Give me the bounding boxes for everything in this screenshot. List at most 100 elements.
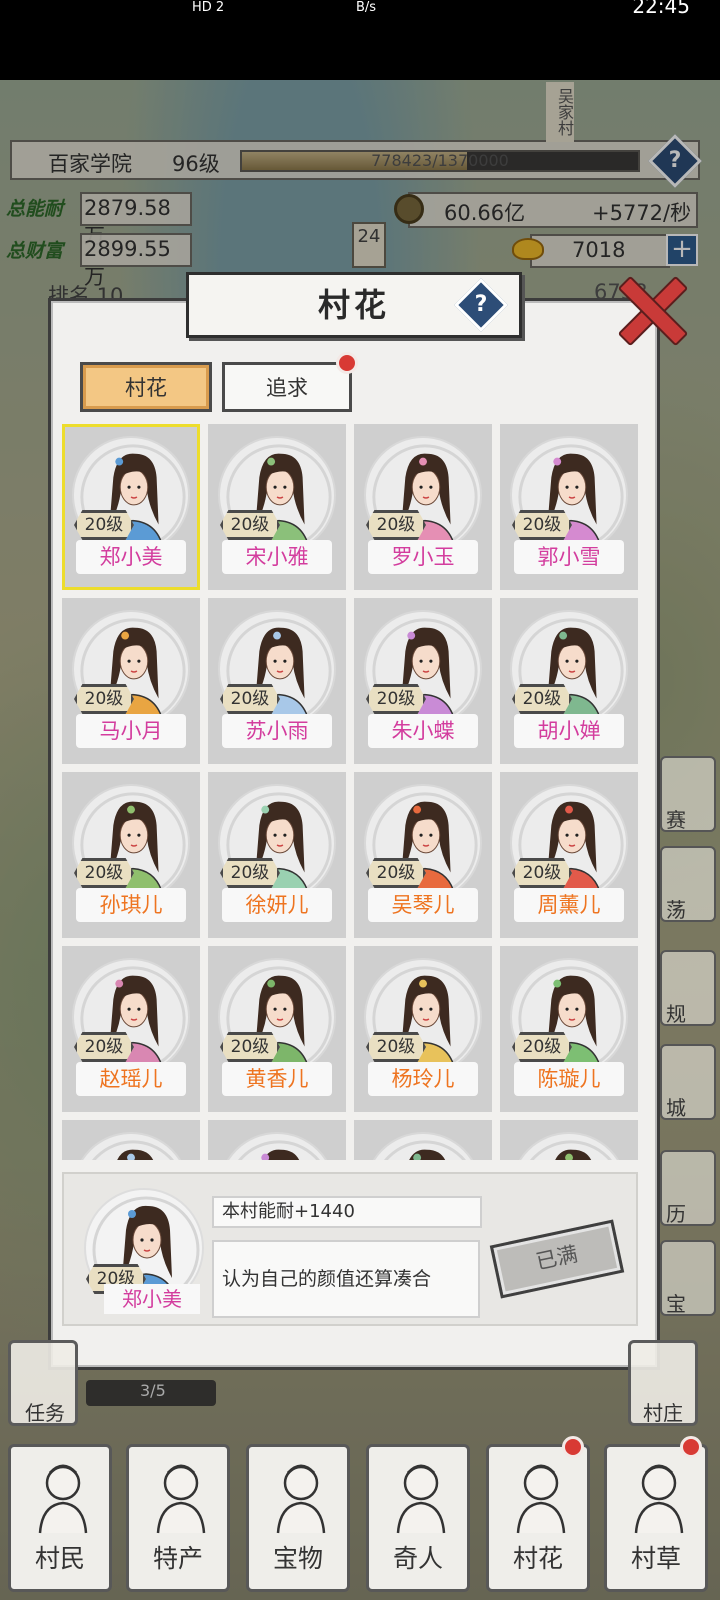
character-card-partial[interactable] [62,1120,200,1160]
character-card[interactable]: 20级 胡小婵 [500,598,638,764]
character-name: 郑小美 [76,540,186,574]
nav-villager-button[interactable]: 村民 [8,1444,112,1592]
character-card[interactable]: 20级 朱小蝶 [354,598,492,764]
character-portrait [510,1132,628,1160]
character-level-badge: 20级 [366,858,426,888]
nav-treasure-button[interactable]: 宝物 [246,1444,350,1592]
character-name: 胡小婵 [514,714,624,748]
character-level-badge: 20级 [220,1032,280,1062]
character-card[interactable]: 20级 宋小雅 [208,424,346,590]
treasure-icon [266,1455,336,1535]
character-level-badge: 20级 [366,684,426,714]
status-bar: HD 2 B/s 22:45 [0,0,720,80]
character-name: 赵瑶儿 [76,1062,186,1096]
character-level-badge: 20级 [512,858,572,888]
character-name: 郭小雪 [514,540,624,574]
character-portrait [72,1132,190,1160]
network-speed: B/s [356,0,377,15]
character-grid: 20级 郑小美 20级 宋小雅 20级 罗小玉 20级 郭小雪 20级 马小月 20级 苏小雨 20级朱… [62,424,638,1160]
character-card[interactable]: 20级 赵瑶儿 [62,946,200,1112]
character-card[interactable]: 20级 陈璇儿 [500,946,638,1112]
side-menu-label-1: 荡 [666,898,686,922]
nav-notification-dot [562,1436,584,1458]
specialty-icon [146,1455,216,1535]
nav-specialty-button[interactable]: 特产 [126,1444,230,1592]
close-icon[interactable] [616,276,682,342]
nav-label: 村花 [512,1544,563,1573]
character-level-badge: 20级 [366,1032,426,1062]
character-card[interactable]: 20级 郭小雪 [500,424,638,590]
character-portrait [364,1132,482,1160]
character-name: 陈璇儿 [514,1062,624,1096]
quest-counter-text: 3/5 [140,1381,166,1400]
pursuit-notification-dot [336,352,358,374]
nav-label: 特产 [152,1544,203,1573]
character-card[interactable]: 20级 苏小雨 [208,598,346,764]
village-button[interactable]: 村庄 [628,1340,698,1426]
side-menu-button-5[interactable]: 宝 [660,1240,716,1316]
detail-description: 认为自己的颜值还算凑合 [212,1240,480,1318]
character-level-badge: 20级 [366,510,426,540]
character-card[interactable]: 20级 吴琴儿 [354,772,492,938]
character-level-badge: 20级 [512,1032,572,1062]
side-menu-button-4[interactable]: 历 [660,1150,716,1226]
nav-notification-dot [680,1436,702,1458]
character-level-badge: 20级 [74,684,134,714]
detail-effect: 本村能耐+1440 [212,1196,482,1228]
character-card[interactable]: 20级 周薰儿 [500,772,638,938]
side-menu-label-4: 历 [666,1202,686,1226]
village-grass-icon [624,1455,694,1535]
character-card[interactable]: 20级 杨玲儿 [354,946,492,1112]
character-card[interactable]: 20级 罗小玉 [354,424,492,590]
character-card[interactable]: 20级 黄香儿 [208,946,346,1112]
side-menu-label-2: 规 [666,1002,686,1026]
character-level-badge: 20级 [74,1032,134,1062]
character-name: 杨玲儿 [368,1062,478,1096]
nav-village-beauty-button[interactable]: 村花 [486,1444,590,1592]
character-level-badge: 20级 [512,684,572,714]
character-portrait [218,1132,336,1160]
selected-character-detail: 20级 郑小美 本村能耐+1440 认为自己的颜值还算凑合 已满 [62,1172,638,1326]
task-button[interactable]: 任务 [8,1340,78,1426]
character-name: 徐妍儿 [222,888,332,922]
villager-icon [28,1455,98,1535]
character-name: 黄香儿 [222,1062,332,1096]
game-screen: HD 2 B/s 22:45 百家学院 96级 778423/1370000 ?… [0,0,720,1600]
tab-pursuit[interactable]: 追求 [222,362,352,412]
nav-village-grass-button[interactable]: 村草 [604,1444,708,1592]
side-menu-button-3[interactable]: 城 [660,1044,716,1120]
nav-label: 奇人 [392,1544,443,1573]
side-menu-button-0[interactable]: 赛 [660,756,716,832]
character-name: 宋小雅 [222,540,332,574]
character-name: 朱小蝶 [368,714,478,748]
character-card-partial[interactable] [208,1120,346,1160]
tab-village-beauty[interactable]: 村花 [80,362,212,412]
quest-counter: 3/5 [86,1380,216,1406]
character-card[interactable]: 20级 徐妍儿 [208,772,346,938]
character-level-badge: 20级 [74,510,134,540]
side-menu-label-3: 城 [666,1096,686,1120]
character-card[interactable]: 20级 郑小美 [62,424,200,590]
side-menu-button-1[interactable]: 荡 [660,846,716,922]
character-card-partial[interactable] [354,1120,492,1160]
status-full-button[interactable]: 已满 [489,1219,625,1299]
character-card[interactable]: 20级 马小月 [62,598,200,764]
nav-label: 宝物 [272,1544,323,1573]
village-beauty-icon [506,1455,576,1535]
character-card-partial[interactable] [500,1120,638,1160]
character-level-badge: 20级 [220,858,280,888]
character-card[interactable]: 20级 孙琪儿 [62,772,200,938]
character-name: 马小月 [76,714,186,748]
nav-label: 村民 [34,1544,85,1573]
character-level-badge: 20级 [512,510,572,540]
character-level-badge: 20级 [74,858,134,888]
task-label: 任务 [25,1401,65,1425]
character-name: 周薰儿 [514,888,624,922]
network-indicator: HD 2 [192,0,225,15]
character-name: 苏小雨 [222,714,332,748]
side-menu-button-2[interactable]: 规 [660,950,716,1026]
nav-stranger-button[interactable]: 奇人 [366,1444,470,1592]
side-menu-label-5: 宝 [666,1292,686,1316]
village-label: 村庄 [643,1401,683,1425]
character-name: 罗小玉 [368,540,478,574]
